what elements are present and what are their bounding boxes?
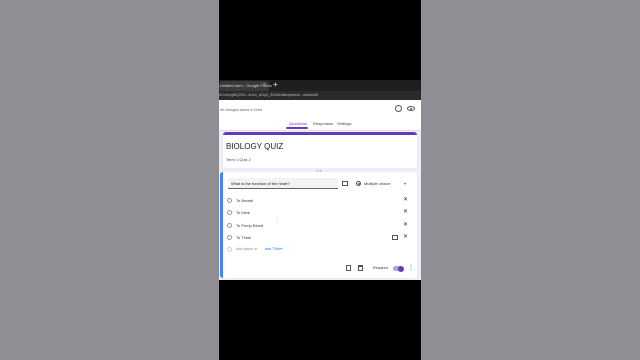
browser-tab-bar: Untitled form - Google Forms × + [219, 80, 421, 91]
url-text: d/1vKmgf8Q2Dh...sHz3_ANyQ_5Xb0edit#quest… [219, 93, 319, 97]
add-image-icon[interactable] [342, 181, 348, 186]
add-option-link[interactable]: Add option or [236, 247, 257, 251]
remove-option-icon[interactable]: ✕ [403, 196, 408, 203]
question-type-select[interactable]: Multiple choice ▾ [354, 178, 410, 189]
new-tab-icon[interactable]: + [273, 80, 278, 89]
option-label[interactable]: To Breath [236, 198, 253, 203]
add-option-radio-icon [227, 246, 232, 252]
radio-type-icon [356, 180, 361, 186]
active-tab-indicator [286, 127, 308, 129]
tab-settings[interactable]: Settings [337, 121, 351, 126]
form-tabs: Questions Responses Settings [219, 121, 421, 130]
toggle-knob [398, 265, 404, 272]
option-row[interactable]: To Pump Blood ✕ [227, 221, 415, 230]
forms-header: All changes saved in Drive Questions Res… [219, 100, 421, 131]
add-option-row[interactable]: Add option or add "Other" [227, 245, 327, 254]
question-card[interactable]: What is the function of the heart? Multi… [220, 172, 417, 278]
preview-eye-icon[interactable] [407, 106, 415, 111]
trash-icon[interactable] [358, 265, 363, 271]
option-label[interactable]: To Think [236, 235, 251, 240]
remove-option-icon[interactable]: ✕ [403, 208, 408, 215]
required-toggle[interactable] [393, 265, 404, 272]
add-other-link[interactable]: add "Other" [265, 247, 284, 251]
form-title[interactable]: BIOLOGY QUIZ [226, 142, 283, 151]
option-row[interactable]: To think ✕ [227, 208, 415, 217]
screen: Untitled form - Google Forms × + d/1vKmg… [219, 80, 421, 280]
more-options-icon[interactable]: ⋮ [408, 264, 414, 271]
required-label: Required [373, 266, 388, 270]
save-status: All changes saved in Drive [220, 108, 263, 112]
option-row[interactable]: To Think ✕ [227, 233, 415, 242]
question-footer: Required ⋮ [223, 264, 420, 276]
palette-icon[interactable] [395, 105, 402, 112]
option-label[interactable]: To think [236, 210, 250, 215]
remove-option-icon[interactable]: ✕ [403, 233, 408, 240]
option-label[interactable]: To Pump Blood [236, 223, 263, 228]
video-frame: Untitled form - Google Forms × + d/1vKmg… [219, 0, 421, 360]
option-image-icon[interactable] [392, 234, 398, 240]
close-tab-icon[interactable]: × [263, 82, 266, 88]
question-text: What is the function of the heart? [231, 181, 290, 186]
left-backdrop [0, 0, 219, 360]
option-radio-icon [227, 222, 232, 228]
remove-option-icon[interactable]: ✕ [403, 221, 408, 228]
drag-handle-icon[interactable]: ⋮ [275, 217, 280, 223]
option-radio-icon [227, 209, 232, 215]
option-row[interactable]: To Breath ✕ [227, 196, 415, 205]
form-title-card[interactable]: BIOLOGY QUIZ Term 1 Quiz 2 [223, 132, 417, 168]
right-backdrop [421, 0, 640, 360]
tab-responses[interactable]: Responses [313, 121, 333, 126]
browser-tab[interactable]: Untitled form - Google Forms × [219, 81, 272, 91]
tab-questions[interactable]: Questions [289, 121, 307, 126]
question-type-label: Multiple choice [364, 181, 391, 186]
form-description[interactable]: Term 1 Quiz 2 [226, 157, 251, 162]
question-title-field[interactable]: What is the function of the heart? [228, 178, 338, 189]
option-radio-icon [227, 197, 232, 203]
chevron-down-icon: ▾ [404, 180, 407, 186]
duplicate-icon[interactable] [346, 265, 351, 271]
option-radio-icon [227, 234, 232, 240]
address-bar[interactable]: d/1vKmgf8Q2Dh...sHz3_ANyQ_5Xb0edit#quest… [219, 91, 421, 100]
